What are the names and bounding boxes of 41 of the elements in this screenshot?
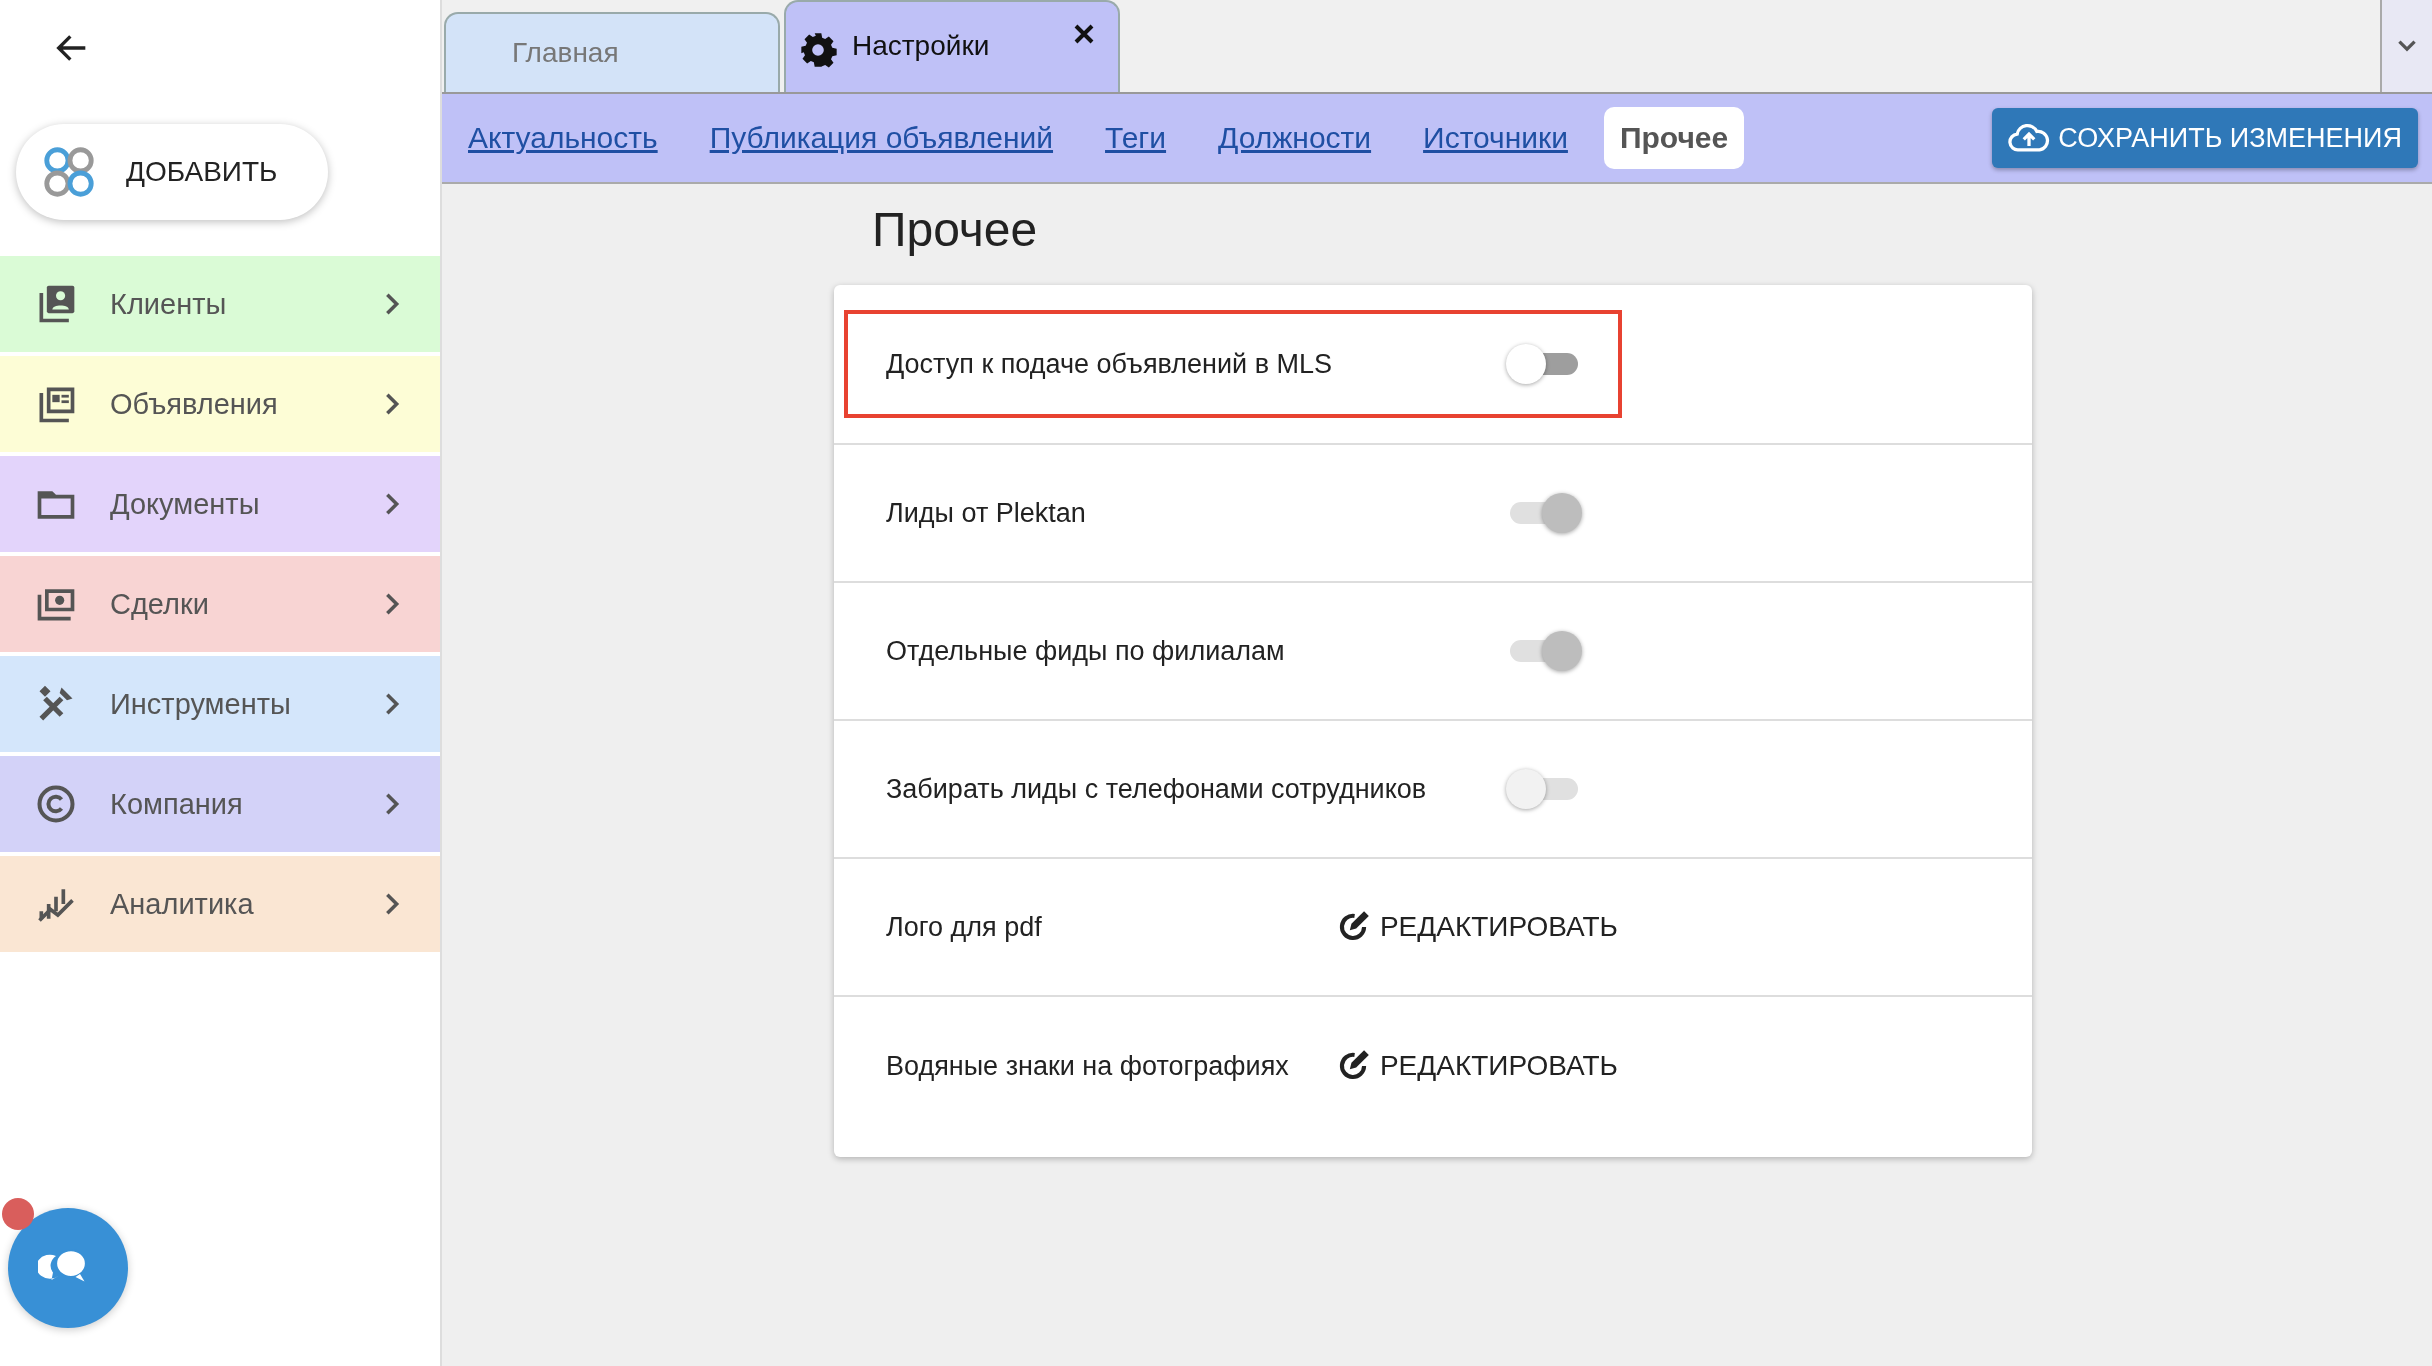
sidebar-item[interactable]: Компания (0, 756, 440, 852)
tab-label: Главная (512, 37, 620, 69)
settings-icon (798, 30, 838, 70)
chat-button[interactable] (8, 1208, 128, 1328)
add-button[interactable]: ДОБАВИТЬ (16, 124, 328, 220)
sidebar-item[interactable]: Аналитика (0, 856, 440, 952)
dropdown-button[interactable] (2380, 0, 2432, 92)
sidebar-item-label: Аналитика (110, 887, 255, 921)
sidebar-item[interactable]: Сделки (0, 556, 440, 652)
close-icon[interactable] (1072, 22, 1096, 46)
sidebar-item-label: Документы (110, 487, 261, 521)
save-button[interactable]: СОХРАНИТЬ ИЗМЕНЕНИЯ (1992, 108, 2418, 168)
section-link[interactable]: Публикация объявлений (709, 121, 1054, 155)
sidebar-item-label: Компания (110, 787, 244, 821)
setting-label: Лиды от Plektan (886, 497, 1087, 529)
sidebar-item-label: Инструменты (110, 687, 292, 721)
sidebar-item-label: Объявления (110, 387, 279, 421)
tab-label: Настройки (852, 30, 991, 62)
sidebar-item[interactable]: Инструменты (0, 656, 440, 752)
tab[interactable]: Настройки (784, 0, 1120, 92)
section-link[interactable]: Прочее (1603, 107, 1745, 169)
section-link[interactable]: Актуальность (468, 121, 658, 155)
setting-label: Водяные знаки на фотографиях (886, 1050, 1290, 1082)
cloud-upload-icon (2008, 122, 2051, 154)
section-link[interactable]: Источники (1423, 121, 1568, 155)
sidebar-item-label: Сделки (110, 587, 210, 621)
page-heading: Прочее (872, 202, 1039, 257)
sidebar-item[interactable]: Объявления (0, 356, 440, 452)
setting-label: Доступ к подаче объявлений в MLS (886, 348, 1334, 380)
sidebar-item[interactable]: Клиенты (0, 256, 440, 352)
notification-dot (2, 1198, 34, 1230)
sidebar-item[interactable]: Документы (0, 456, 440, 552)
setting-label: Забирать лиды с телефонами сотрудников (886, 773, 1428, 805)
edit-button[interactable]: РЕДАКТИРОВАТЬ (1333, 908, 1618, 946)
setting-label: Лого для pdf (886, 911, 1043, 943)
tab[interactable]: Главная (444, 12, 780, 92)
section-link[interactable]: Теги (1105, 121, 1167, 155)
sidebar-item-label: Клиенты (110, 287, 228, 321)
edit-button[interactable]: РЕДАКТИРОВАТЬ (1333, 1047, 1618, 1085)
setting-label: Отдельные фиды по филиалам (886, 635, 1286, 667)
section-link[interactable]: Должности (1218, 121, 1372, 155)
